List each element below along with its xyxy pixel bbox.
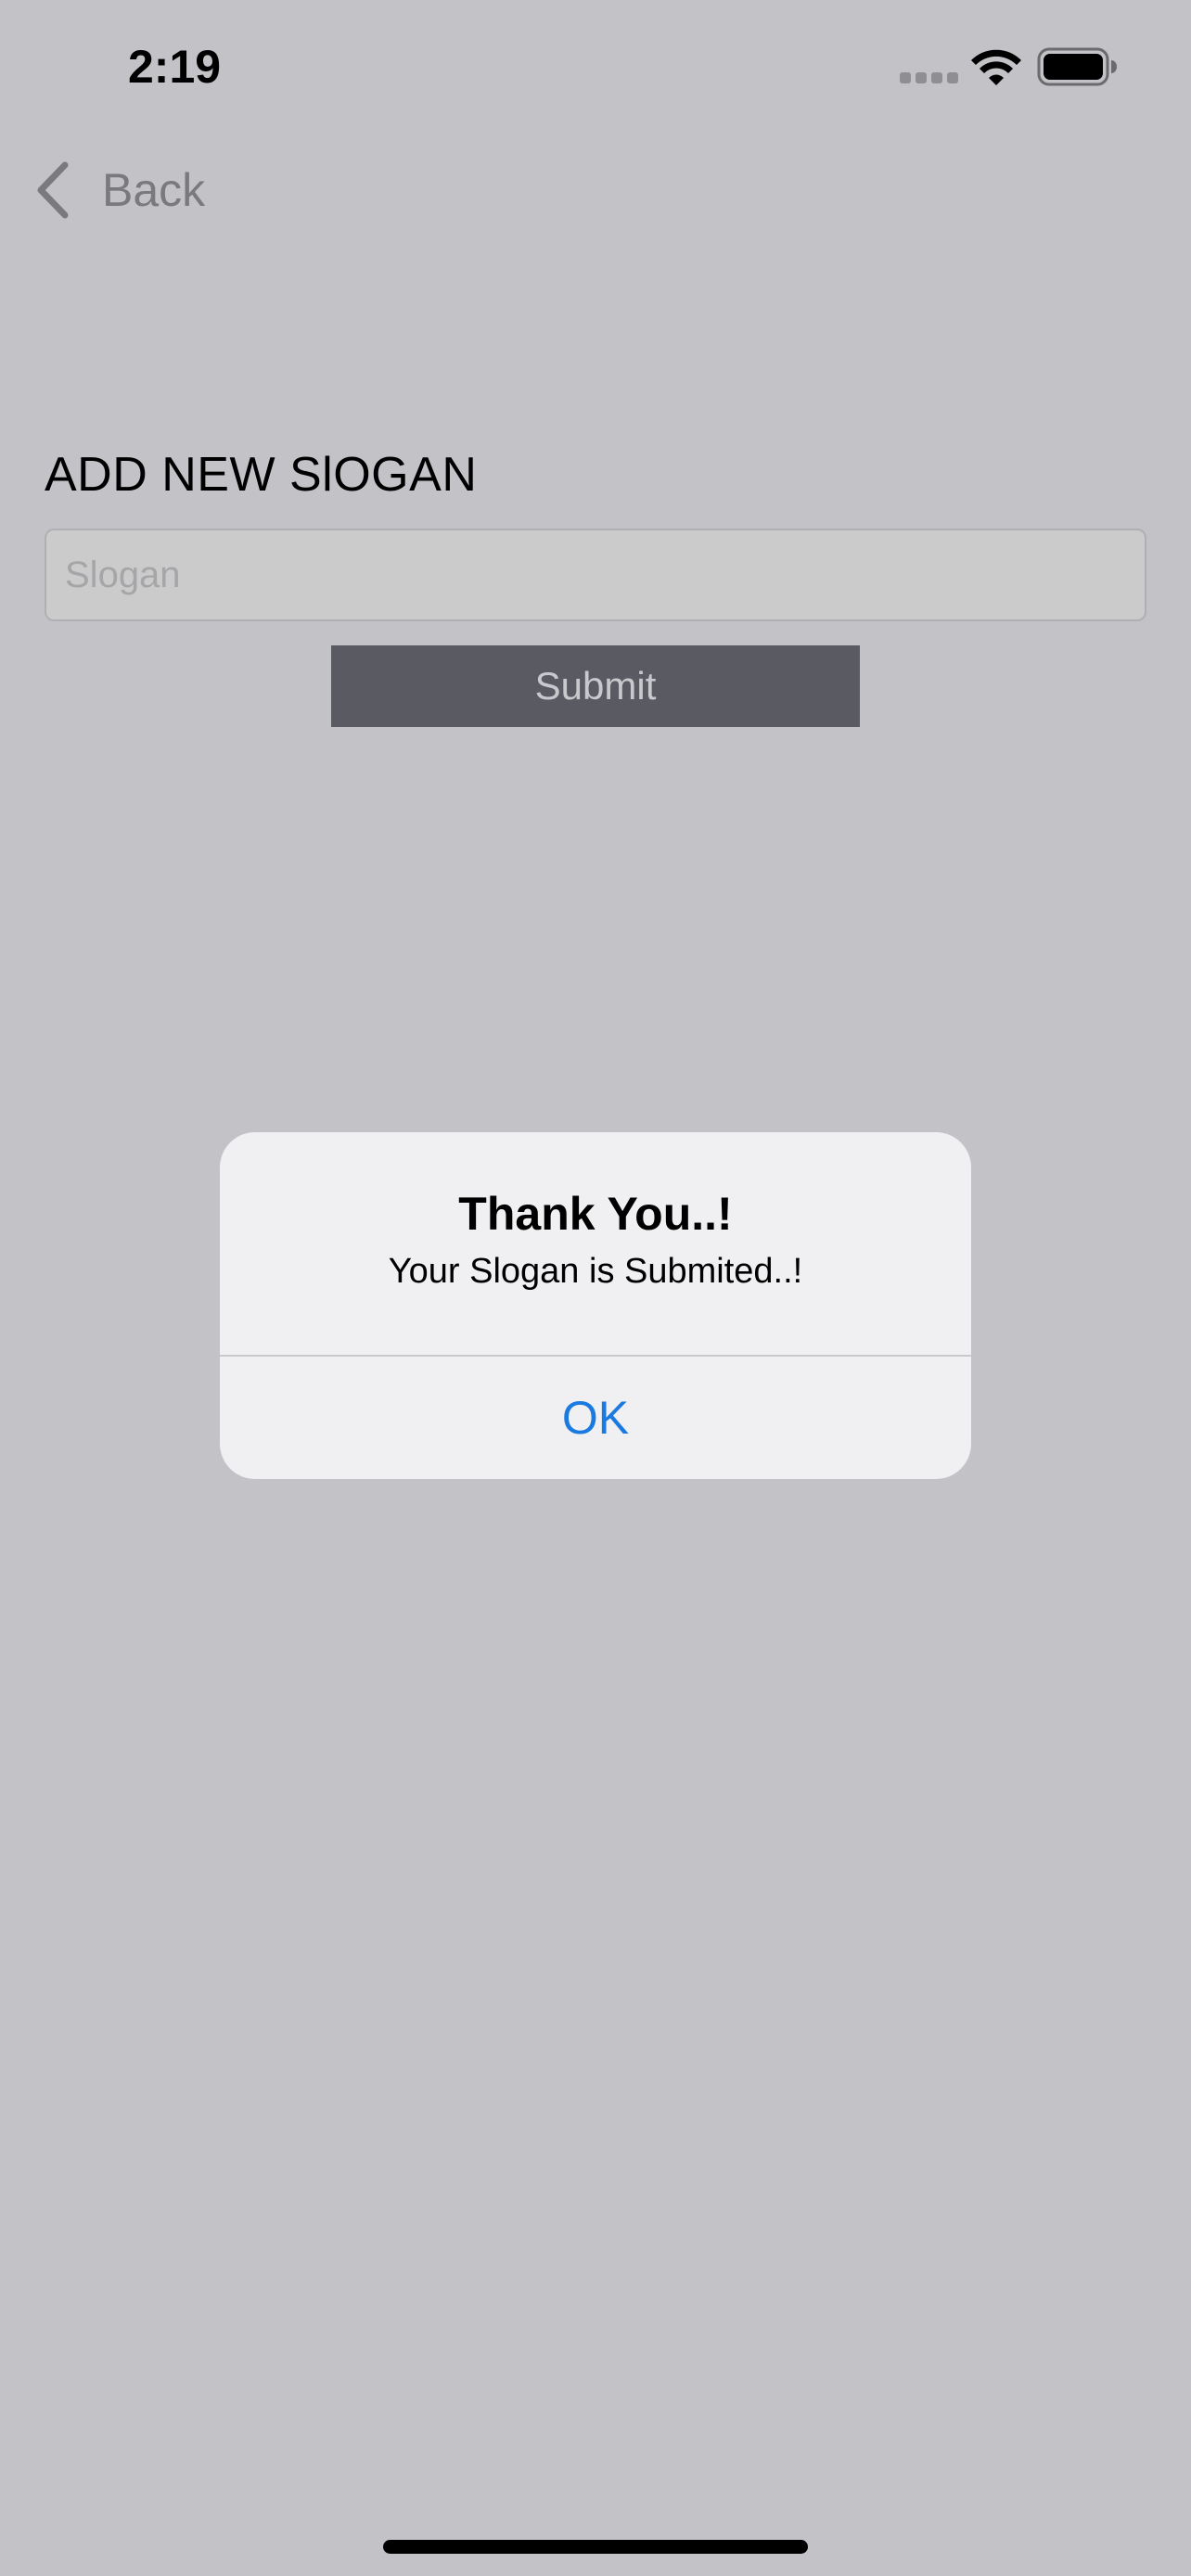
- alert-dialog: Thank You..! Your Slogan is Submited..! …: [220, 1132, 971, 1479]
- battery-full-icon: [1037, 47, 1117, 86]
- back-button[interactable]: Back: [33, 158, 205, 223]
- slogan-input[interactable]: [45, 529, 1146, 621]
- cellular-dots-icon: [900, 72, 959, 83]
- submit-button[interactable]: Submit: [331, 645, 860, 727]
- alert-ok-button[interactable]: OK: [220, 1357, 971, 1479]
- alert-title: Thank You..!: [458, 1188, 733, 1240]
- home-indicator[interactable]: [383, 2540, 808, 2554]
- status-time: 2:19: [128, 41, 222, 93]
- alert-message: Your Slogan is Submited..!: [388, 1252, 803, 1291]
- chevron-left-icon: [37, 161, 69, 219]
- back-label: Back: [102, 164, 206, 216]
- page-title: ADD NEW SlOGAN: [45, 448, 478, 502]
- wifi-icon: [971, 49, 1021, 85]
